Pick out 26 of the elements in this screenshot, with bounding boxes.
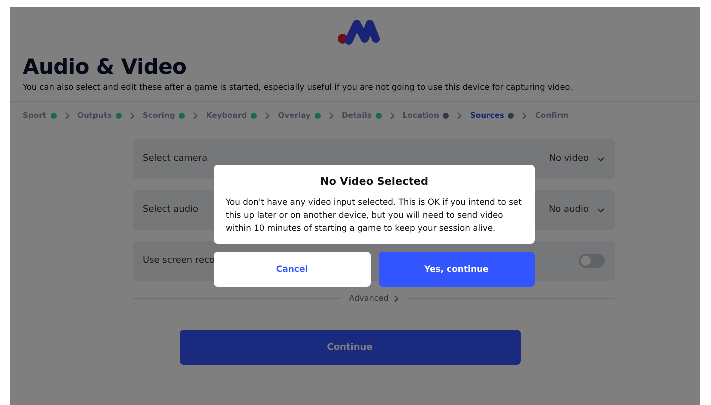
chevron-icon: [130, 112, 135, 120]
select-dropdown[interactable]: No video: [549, 154, 605, 164]
chevron-icon: [328, 112, 334, 120]
logo-icon: [337, 19, 381, 45]
chevron-icon: [390, 112, 395, 120]
select-dropdown[interactable]: No audio: [548, 205, 605, 215]
setting-label: Use screen reco: [143, 256, 215, 266]
setting-label: Select camera: [143, 154, 208, 164]
dialog-message: You don't have any video input selected. This is OK if you intend to set this up later or on another device, but you will need to send video within 10 minutes of starting a game to keep your session alive.: [226, 196, 523, 235]
cancel-button[interactable]: Cancel: [214, 252, 370, 287]
continue-button[interactable]: Continue: [180, 330, 520, 365]
toggle-switch[interactable]: [579, 254, 605, 268]
page-title: Audio & Video: [23, 55, 188, 79]
chevron-icon: [265, 112, 270, 120]
chevron-icon: [457, 112, 462, 120]
chevron-icon: [522, 112, 528, 120]
setting-label: Select audio: [143, 205, 199, 215]
page-subtitle: You can also select and edit these after a game is started, especially useful if you are not going to use this device for capturing video.: [23, 82, 574, 92]
chevron-icon: [193, 112, 198, 120]
confirm-button[interactable]: Yes, continue: [378, 252, 535, 287]
chevron-down-icon: [597, 208, 605, 212]
chevron-right-icon: [394, 294, 399, 302]
chevron-down-icon: [597, 156, 605, 162]
dialog-title: No Video Selected: [320, 176, 430, 188]
advanced-link[interactable]: Advanced: [349, 294, 399, 303]
chevron-icon: [64, 112, 70, 120]
